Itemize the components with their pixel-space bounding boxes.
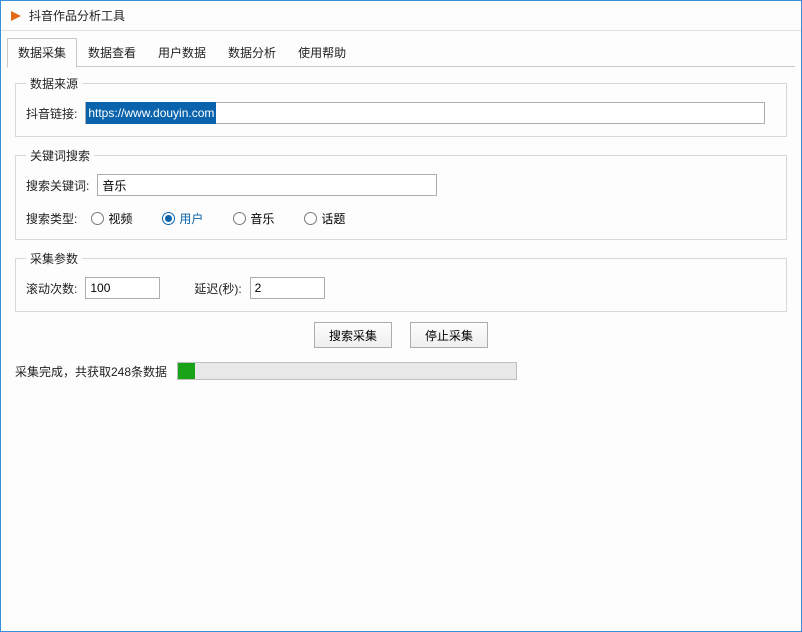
radio-icon [233, 212, 246, 225]
delay-label: 延迟(秒): [194, 280, 241, 297]
app-icon [9, 9, 23, 23]
delay-input[interactable] [250, 277, 325, 299]
tab-help[interactable]: 使用帮助 [287, 38, 357, 67]
tab-data-analysis[interactable]: 数据分析 [217, 38, 287, 67]
status-text: 采集完成，共获取248条数据 [15, 363, 167, 380]
titlebar: 抖音作品分析工具 [1, 1, 801, 31]
action-buttons: 搜索采集 停止采集 [15, 322, 787, 348]
radio-user[interactable]: 用户 [162, 210, 203, 227]
keyword-label: 搜索关键词: [26, 177, 89, 194]
keyword-input[interactable] [97, 174, 437, 196]
app-window: 抖音作品分析工具 数据采集 数据查看 用户数据 数据分析 使用帮助 数据来源 抖… [0, 0, 802, 632]
status-row: 采集完成，共获取248条数据 [15, 362, 787, 380]
radio-music[interactable]: 音乐 [233, 210, 274, 227]
search-collect-button[interactable]: 搜索采集 [314, 322, 392, 348]
window-title: 抖音作品分析工具 [29, 7, 125, 24]
radio-icon [304, 212, 317, 225]
group-params: 采集参数 滚动次数: 延迟(秒): [15, 250, 787, 312]
group-source-legend: 数据来源 [26, 75, 82, 92]
radio-video[interactable]: 视频 [91, 210, 132, 227]
stop-collect-button[interactable]: 停止采集 [410, 322, 488, 348]
group-source: 数据来源 抖音链接: https://www.douyin.com [15, 75, 787, 137]
scroll-label: 滚动次数: [26, 280, 77, 297]
tab-data-collect[interactable]: 数据采集 [7, 38, 77, 68]
group-keyword-legend: 关键词搜索 [26, 147, 94, 164]
tab-user-data[interactable]: 用户数据 [147, 38, 217, 67]
tab-panel-collect: 数据来源 抖音链接: https://www.douyin.com 关键词搜索 … [7, 66, 795, 624]
group-params-legend: 采集参数 [26, 250, 82, 267]
url-input-text: https://www.douyin.com [86, 102, 216, 124]
radio-icon [162, 212, 175, 225]
radio-icon [91, 212, 104, 225]
url-label: 抖音链接: [26, 105, 77, 122]
radio-topic[interactable]: 话题 [304, 210, 345, 227]
scroll-count-input[interactable] [85, 277, 160, 299]
progress-bar [177, 362, 517, 380]
tab-data-view[interactable]: 数据查看 [77, 38, 147, 67]
tab-bar: 数据采集 数据查看 用户数据 数据分析 使用帮助 [1, 31, 801, 67]
search-type-label: 搜索类型: [26, 210, 77, 227]
group-keyword: 关键词搜索 搜索关键词: 搜索类型: 视频 用户 音乐 [15, 147, 787, 240]
url-input[interactable]: https://www.douyin.com [85, 102, 765, 124]
progress-fill [178, 363, 195, 379]
